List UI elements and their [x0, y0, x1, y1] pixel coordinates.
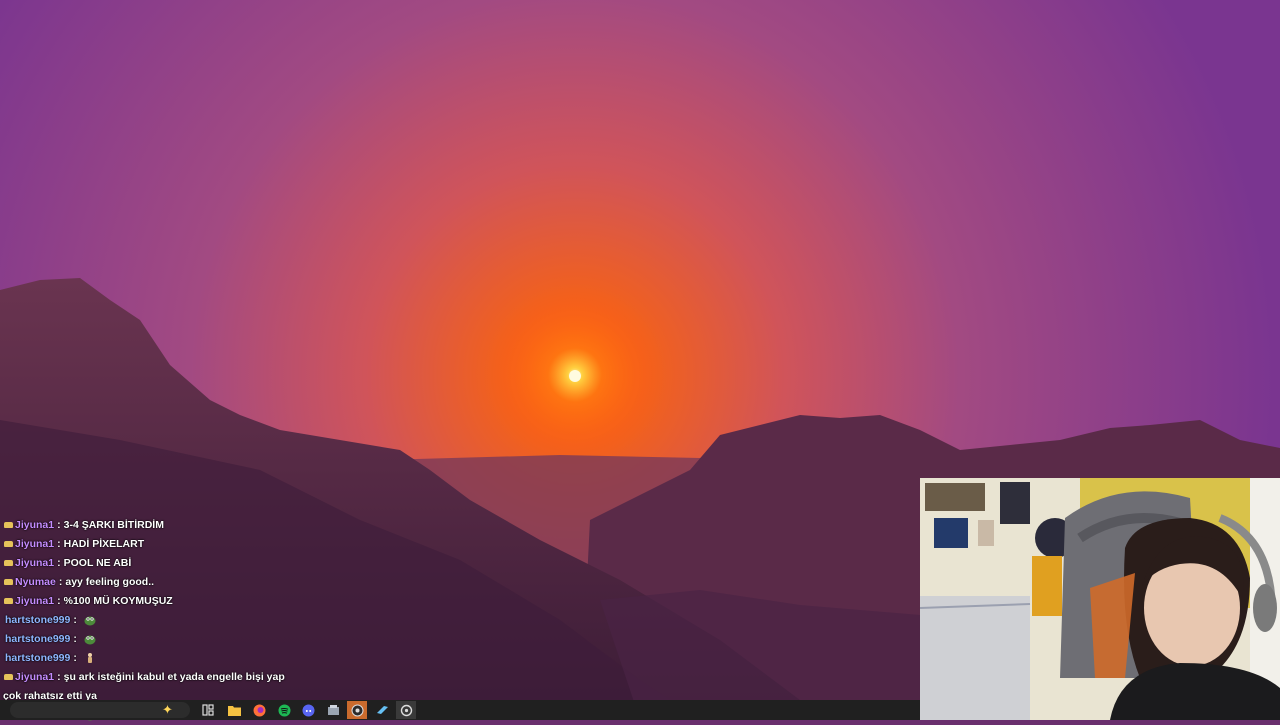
chat-separator: :: [73, 652, 77, 664]
sun: [569, 370, 581, 382]
chat-message: Jiyuna1: POOL NE ABİ: [0, 554, 470, 573]
chat-message: Jiyuna1: HADİ PİXELART: [0, 535, 470, 554]
discord-icon[interactable]: [301, 703, 315, 717]
crown-badge-icon: [4, 579, 13, 586]
chat-username: Jiyuna1: [15, 557, 55, 569]
chat-message: hartstone999:: [0, 611, 470, 630]
taskbar: ✦: [0, 700, 920, 720]
chat-text: POOL NE ABİ: [63, 557, 132, 569]
frog-emote-icon: [84, 635, 96, 645]
stream-chat-overlay: Jiyuna1:3-4 ŞARKI BİTİRDİM Jiyuna1: HADİ …: [0, 516, 470, 725]
chat-username: Jiyuna1: [15, 671, 55, 683]
chat-text: HADİ PİXELART: [63, 538, 145, 550]
chat-message: Nyumae: ayy feeling good..: [0, 573, 470, 592]
webcam-feed: [920, 478, 1280, 720]
obs-active-icon[interactable]: [347, 701, 367, 719]
chat-text: %100 MÜ KOYMUŞUZ: [63, 595, 173, 607]
crown-badge-icon: [4, 674, 13, 681]
settings-icon[interactable]: [396, 701, 416, 719]
crown-badge-icon: [4, 560, 13, 567]
chat-text: 3-4 ŞARKI BİTİRDİM: [63, 519, 164, 531]
chat-username: hartstone999: [5, 633, 71, 645]
chat-separator: :: [57, 519, 61, 531]
chat-username: Nyumae: [15, 576, 56, 588]
chat-username: Jiyuna1: [15, 538, 55, 550]
task-view-icon[interactable]: [201, 703, 215, 717]
chat-message: Jiyuna1:3-4 ŞARKI BİTİRDİM: [0, 516, 470, 535]
chat-text: şu ark isteğini kabul et yada engelle bi…: [63, 671, 285, 683]
chat-message: hartstone999:: [0, 649, 470, 668]
chat-separator: :: [57, 538, 61, 550]
chat-message: hartstone999:: [0, 630, 470, 649]
sparkle-icon[interactable]: ✦: [162, 702, 173, 718]
chat-username: hartstone999: [5, 652, 71, 664]
frog-emote-icon: [84, 616, 96, 626]
chat-message: Jiyuna1: %100 MÜ KOYMUŞUZ: [0, 592, 470, 611]
spotify-icon[interactable]: [277, 703, 291, 717]
crown-badge-icon: [4, 522, 13, 529]
chat-separator: :: [58, 576, 63, 588]
crown-badge-icon: [4, 598, 13, 605]
steam-icon[interactable]: [375, 703, 389, 717]
chat-separator: :: [73, 614, 77, 626]
files-icon[interactable]: [326, 703, 340, 717]
chat-separator: :: [73, 633, 77, 645]
file-explorer-icon[interactable]: [227, 703, 241, 717]
small-figure-emote-icon: [87, 653, 92, 664]
crown-badge-icon: [4, 541, 13, 548]
chat-username: hartstone999: [5, 614, 71, 626]
chat-username: Jiyuna1: [15, 595, 55, 607]
chat-username: Jiyuna1: [15, 519, 55, 531]
chat-separator: :: [57, 557, 61, 569]
chat-separator: :: [57, 671, 61, 683]
chat-separator: :: [57, 595, 61, 607]
firefox-icon[interactable]: [252, 703, 266, 717]
chat-message: Jiyuna1: şu ark isteğini kabul et yada en…: [0, 668, 470, 687]
chat-text: ayy feeling good..: [65, 576, 155, 588]
